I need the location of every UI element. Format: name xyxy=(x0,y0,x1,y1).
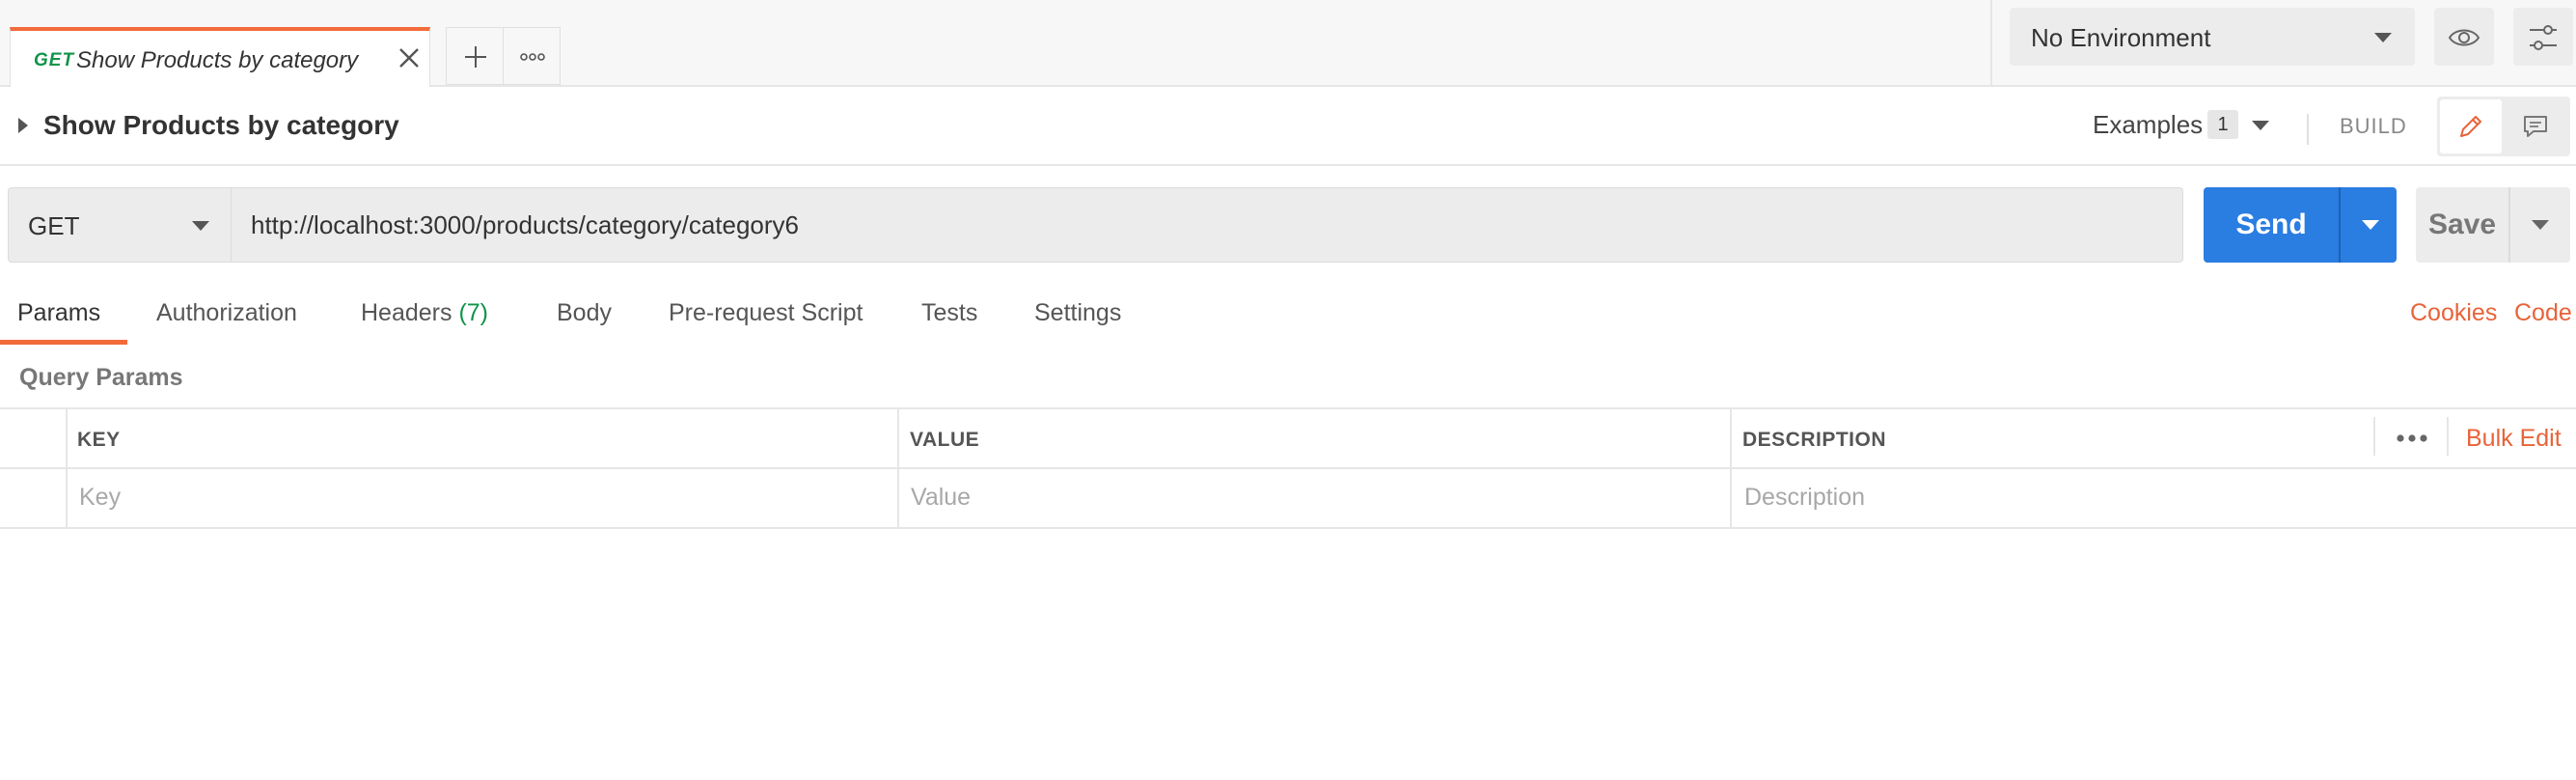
environment-quick-look-button[interactable] xyxy=(2434,8,2494,66)
param-description-input[interactable] xyxy=(1744,473,2555,521)
more-tabs-button[interactable] xyxy=(503,27,561,85)
mode-toggle xyxy=(2437,97,2570,156)
column-header-description: DESCRIPTION xyxy=(1742,429,1887,451)
ellipsis-icon xyxy=(520,53,545,61)
edit-mode-button[interactable] xyxy=(2440,99,2502,153)
send-button[interactable]: Send xyxy=(2204,187,2339,263)
close-icon[interactable] xyxy=(397,45,422,70)
send-options-button[interactable] xyxy=(2339,187,2397,263)
request-tab-name: Show Products by category xyxy=(76,47,359,73)
chevron-down-icon xyxy=(2374,33,2392,42)
tab-headers-label: Headers xyxy=(361,299,452,326)
method-select[interactable]: GET xyxy=(8,187,232,263)
method-value: GET xyxy=(28,211,80,240)
comments-button[interactable] xyxy=(2505,99,2566,153)
tab-tests[interactable]: Tests xyxy=(921,299,977,327)
eye-icon xyxy=(2448,29,2480,46)
chevron-down-icon xyxy=(2362,220,2379,230)
table-border xyxy=(0,407,2576,409)
column-divider xyxy=(897,409,899,527)
column-header-key: KEY xyxy=(77,429,121,451)
environment-select[interactable]: No Environment xyxy=(2010,8,2415,66)
header-divider xyxy=(2447,417,2449,456)
table-border xyxy=(0,527,2576,529)
tab-bar: GET Show Products by category No Environ… xyxy=(0,0,2576,87)
manage-environments-button[interactable] xyxy=(2513,8,2573,66)
chevron-down-icon xyxy=(2532,220,2549,230)
save-button[interactable]: Save xyxy=(2416,187,2508,263)
query-params-title: Query Params xyxy=(19,364,183,391)
tab-settings[interactable]: Settings xyxy=(1034,299,1121,327)
cookies-link[interactable]: Cookies xyxy=(2410,299,2497,327)
request-tab-method: GET xyxy=(34,50,75,70)
tab-body[interactable]: Body xyxy=(557,299,612,327)
plus-icon xyxy=(465,46,486,68)
bulk-edit-link[interactable]: Bulk Edit xyxy=(2466,425,2562,453)
caret-right-icon[interactable] xyxy=(18,118,28,133)
column-header-value: VALUE xyxy=(910,429,980,451)
tab-prerequest-script[interactable]: Pre-request Script xyxy=(669,299,863,327)
more-options-icon[interactable] xyxy=(2393,429,2431,448)
chevron-down-icon[interactable] xyxy=(2252,121,2269,130)
column-divider xyxy=(1730,409,1732,527)
request-tab[interactable]: GET Show Products by category xyxy=(10,27,430,87)
param-key-input[interactable] xyxy=(79,473,890,521)
header-divider xyxy=(2373,417,2375,456)
build-label: BUILD xyxy=(2340,114,2407,138)
sliders-icon xyxy=(2530,25,2557,50)
headers-count: (7) xyxy=(458,299,489,326)
pencil-icon xyxy=(2460,116,2481,137)
comment-icon xyxy=(2524,116,2547,137)
tab-authorization[interactable]: Authorization xyxy=(156,299,297,327)
new-tab-button[interactable] xyxy=(446,27,504,85)
request-title[interactable]: Show Products by category xyxy=(43,110,399,141)
tab-params[interactable]: Params xyxy=(17,299,100,327)
examples-count-badge: 1 xyxy=(2207,110,2238,139)
query-params-table: KEY VALUE DESCRIPTION Bulk Edit xyxy=(0,407,2576,529)
column-divider xyxy=(66,409,68,527)
table-border xyxy=(0,467,2576,469)
examples-label[interactable]: Examples xyxy=(2093,110,2203,140)
chevron-down-icon xyxy=(192,221,209,231)
divider xyxy=(2307,114,2309,145)
code-link[interactable]: Code xyxy=(2514,299,2572,327)
url-input[interactable] xyxy=(232,187,2183,263)
active-tab-indicator xyxy=(0,340,127,345)
request-header: Show Products by category Examples 1 BUI… xyxy=(0,87,2576,166)
save-options-button[interactable] xyxy=(2508,187,2570,263)
environment-label: No Environment xyxy=(2031,23,2211,52)
env-divider xyxy=(1990,0,1992,87)
tab-headers[interactable]: Headers (7) xyxy=(361,299,488,327)
param-value-input[interactable] xyxy=(911,473,1721,521)
